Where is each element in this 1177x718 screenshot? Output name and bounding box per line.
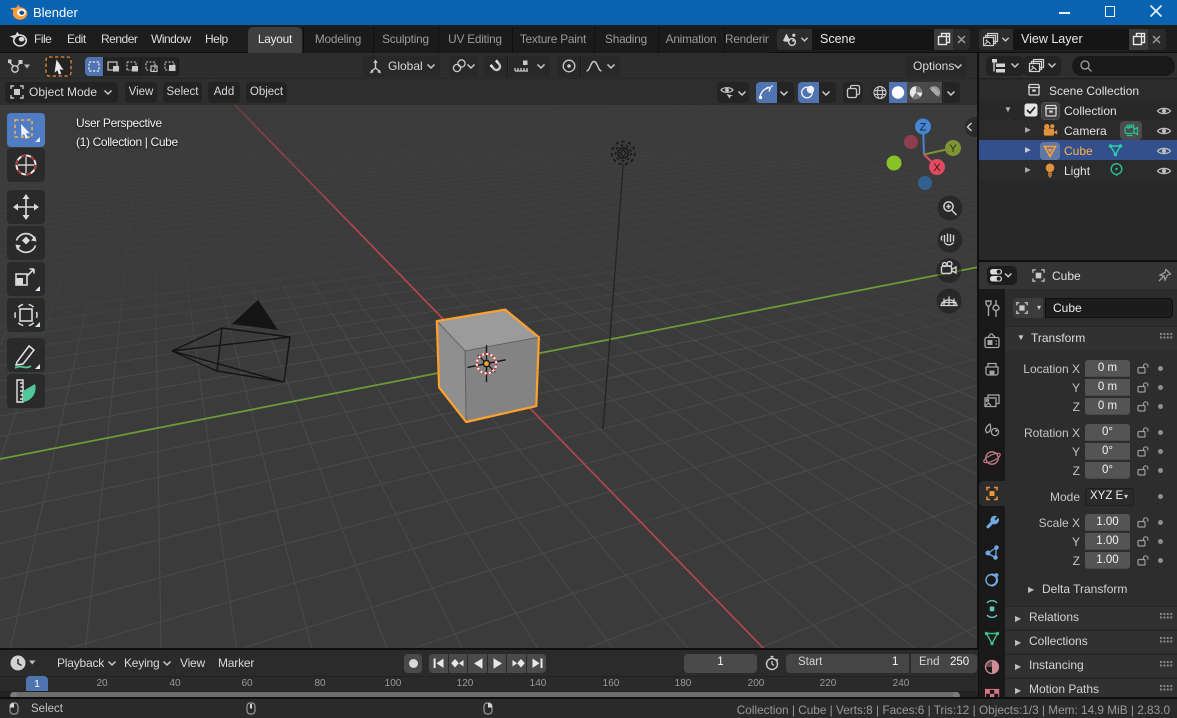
svg-text:X: X [933, 162, 941, 174]
svg-text:Z: Z [920, 122, 927, 134]
svg-text:Y: Y [949, 143, 957, 155]
